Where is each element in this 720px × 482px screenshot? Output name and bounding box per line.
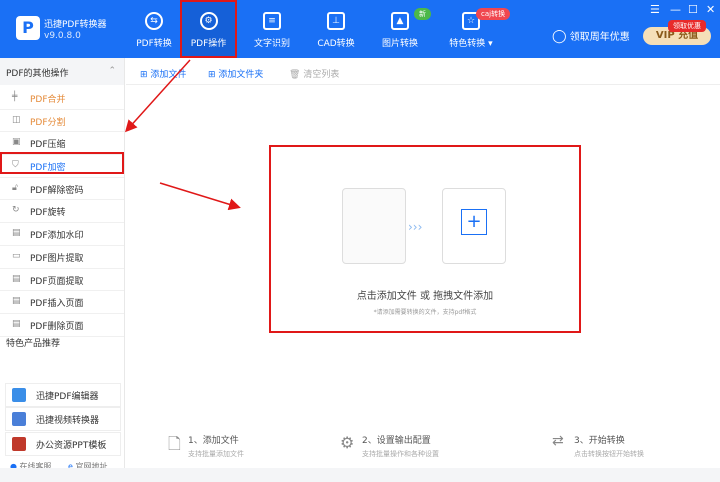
arrow-to-sidebar bbox=[124, 59, 191, 133]
annotation-arrows bbox=[124, 59, 241, 211]
arrow-to-dropzone bbox=[159, 182, 241, 211]
